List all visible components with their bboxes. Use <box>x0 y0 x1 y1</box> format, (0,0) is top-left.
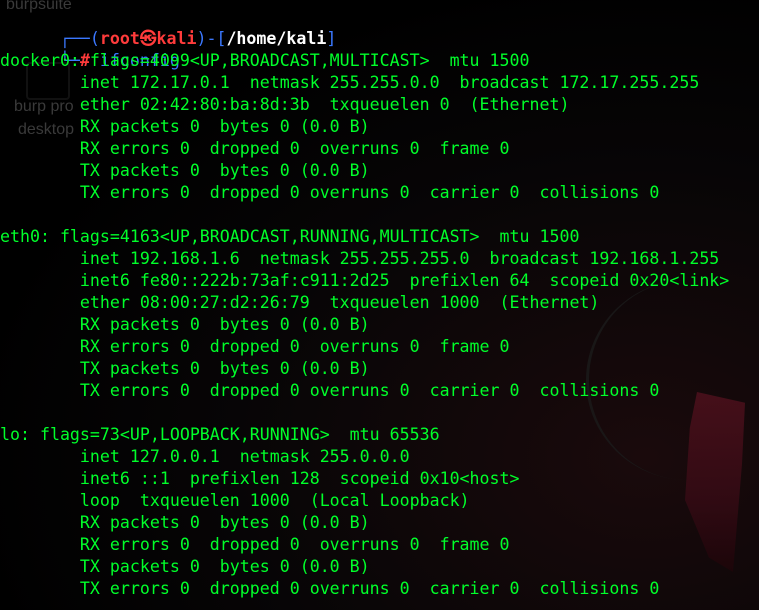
output-line: RX errors 0 dropped 0 overruns 0 frame 0 <box>0 139 510 158</box>
output-line: ether 02:42:80:ba:8d:3b txqueuelen 0 (Et… <box>0 95 570 114</box>
output-line: TX errors 0 dropped 0 overruns 0 carrier… <box>0 183 660 202</box>
output-line: lo: flags=73<UP,LOOPBACK,RUNNING> mtu 65… <box>0 425 440 444</box>
output-line: RX packets 0 bytes 0 (0.0 B) <box>0 315 370 334</box>
terminal-window[interactable]: ┌──(root㉿kali)-[/home/kali] └─# ifconfig… <box>0 0 759 610</box>
output-line: ether 08:00:27:d2:26:79 txqueuelen 1000 … <box>0 293 600 312</box>
output-line: inet6 ::1 prefixlen 128 scopeid 0x10<hos… <box>0 469 520 488</box>
output-line: eth0: flags=4163<UP,BROADCAST,RUNNING,MU… <box>0 227 580 246</box>
prompt-path: /home/kali <box>226 29 327 48</box>
output-line: TX errors 0 dropped 0 overruns 0 carrier… <box>0 381 660 400</box>
output-line: TX packets 0 bytes 0 (0.0 B) <box>0 359 370 378</box>
output-line: inet6 fe80::222b:73af:c911:2d25 prefixle… <box>0 271 730 290</box>
output-line: inet 192.168.1.6 netmask 255.255.255.0 b… <box>0 249 720 268</box>
command-line[interactable]: └─# ifconfig <box>0 28 180 70</box>
output-line: loop txqueuelen 1000 (Local Loopback) <box>0 491 470 510</box>
output-line: RX packets 0 bytes 0 (0.0 B) <box>0 513 370 532</box>
output-line: docker0: flags=4099<UP,BROADCAST,MULTICA… <box>0 51 530 70</box>
output-line: TX packets 0 bytes 0 (0.0 B) <box>0 161 370 180</box>
output-line: RX errors 0 dropped 0 overruns 0 frame 0 <box>0 535 510 554</box>
desktop-background: burpsuite burp pro desktop ┌──(root㉿kali… <box>0 0 759 610</box>
prompt-frame-mid: )-[ <box>196 29 227 48</box>
prompt-line: ┌──(root㉿kali)-[/home/kali] <box>0 6 336 48</box>
output-line: RX packets 0 bytes 0 (0.0 B) <box>0 117 370 136</box>
prompt-frame-close: ] <box>326 29 337 48</box>
output-line: TX packets 0 bytes 0 (0.0 B) <box>0 557 370 576</box>
output-line: inet 172.17.0.1 netmask 255.255.0.0 broa… <box>0 73 700 92</box>
output-line: TX errors 0 dropped 0 overruns 0 carrier… <box>0 579 660 598</box>
output-line: RX errors 0 dropped 0 overruns 0 frame 0 <box>0 337 510 356</box>
output-line: inet 127.0.0.1 netmask 255.0.0.0 <box>0 447 410 466</box>
